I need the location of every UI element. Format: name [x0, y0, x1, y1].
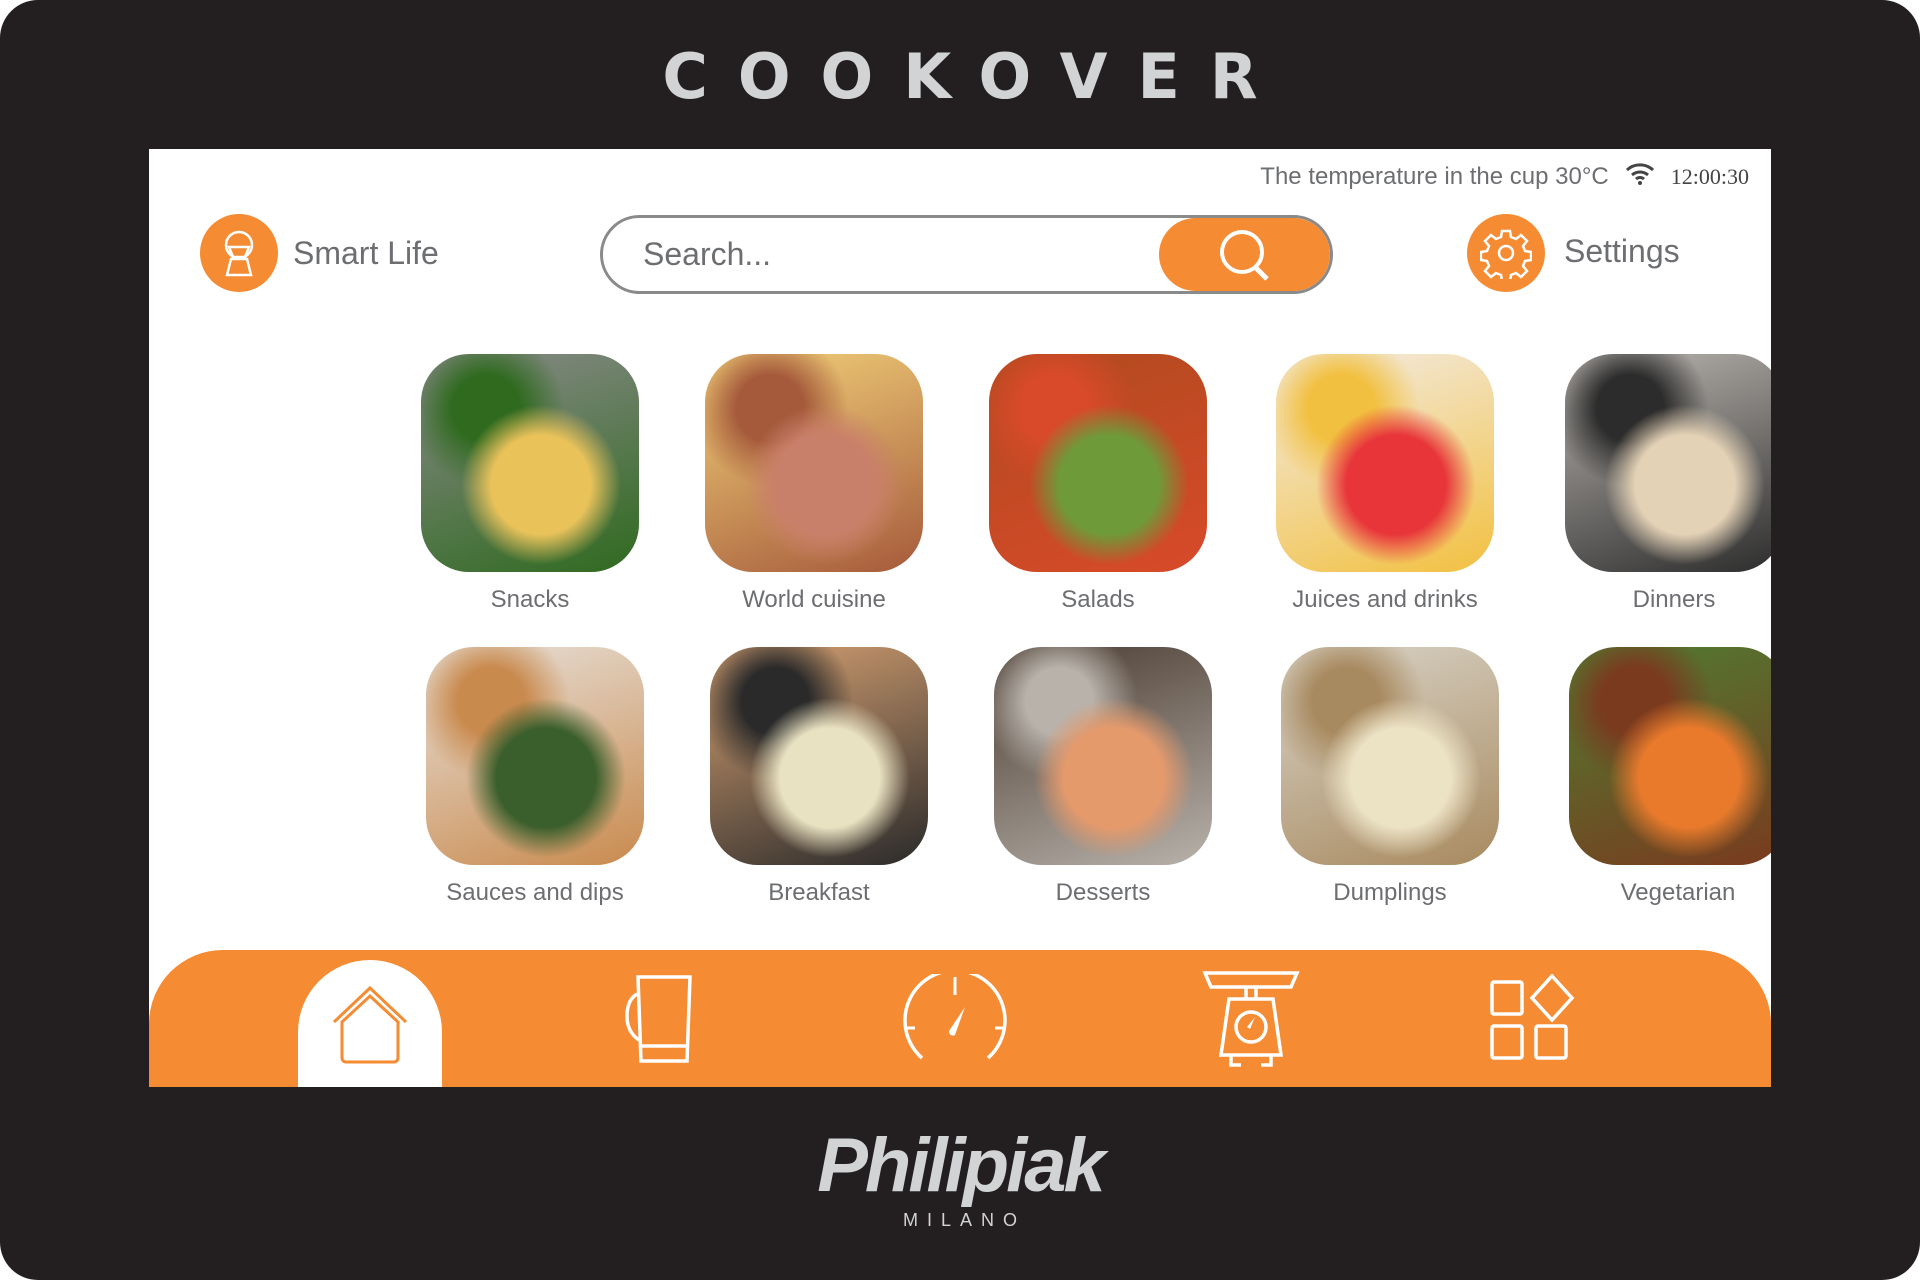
- category-label: Salads: [1061, 586, 1135, 613]
- category-image[interactable]: [426, 647, 644, 865]
- bottom-nav: [149, 950, 1771, 1087]
- category-image[interactable]: [705, 354, 923, 572]
- category-label: World cuisine: [742, 586, 886, 613]
- category-label: Desserts: [1055, 879, 1151, 906]
- nav-cup[interactable]: [584, 950, 728, 1087]
- cup-temperature: The temperature in the cup 30°C: [1260, 162, 1609, 190]
- category-image[interactable]: [994, 647, 1212, 865]
- category-image[interactable]: [989, 354, 1207, 572]
- search-icon: [1219, 229, 1269, 281]
- maker-logo: Philipiak: [817, 1123, 1106, 1208]
- search-button[interactable]: [1159, 218, 1330, 291]
- wifi-icon: [1625, 161, 1655, 192]
- search-input[interactable]: [643, 218, 1143, 291]
- category-tile[interactable]: Dumplings: [1270, 647, 1510, 907]
- maker-subtitle: MILANO: [902, 1210, 1026, 1230]
- smart-life-icon: [224, 230, 254, 277]
- settings-label[interactable]: Settings: [1564, 233, 1680, 270]
- category-label: Sauces and dips: [446, 879, 624, 906]
- category-tile[interactable]: Sauces and dips: [415, 647, 655, 907]
- status-bar: The temperature in the cup 30°C 12:00:30: [1260, 161, 1749, 192]
- screen: The temperature in the cup 30°C 12:00:30…: [149, 149, 1771, 1087]
- category-label: Juices and drinks: [1292, 586, 1478, 613]
- smart-life-button[interactable]: [200, 214, 278, 292]
- category-label: Breakfast: [768, 879, 870, 906]
- category-label: Dinners: [1632, 586, 1716, 613]
- category-image[interactable]: [1281, 647, 1499, 865]
- category-label: Snacks: [490, 586, 570, 613]
- category-label: Vegetarian: [1620, 879, 1736, 906]
- nav-home[interactable]: [298, 960, 442, 1087]
- category-tile[interactable]: Vegetarian: [1558, 647, 1771, 907]
- category-label: Dumplings: [1333, 879, 1447, 906]
- category-image[interactable]: [1565, 354, 1771, 572]
- smart-life-label[interactable]: Smart Life: [293, 235, 439, 272]
- category-tile[interactable]: World cuisine: [694, 354, 934, 614]
- apps-icon: [1490, 973, 1575, 1060]
- category-tile[interactable]: Desserts: [983, 647, 1223, 907]
- nav-scale[interactable]: [1179, 950, 1323, 1087]
- category-image[interactable]: [710, 647, 928, 865]
- category-tile[interactable]: Salads: [978, 354, 1218, 614]
- category-tile[interactable]: Juices and drinks: [1265, 354, 1505, 614]
- category-image[interactable]: [1276, 354, 1494, 572]
- category-tile[interactable]: Snacks: [410, 354, 650, 614]
- nav-speed[interactable]: [883, 950, 1027, 1087]
- clock: 12:00:30: [1670, 163, 1749, 189]
- category-image[interactable]: [421, 354, 639, 572]
- category-tile[interactable]: Dinners: [1554, 354, 1771, 614]
- gauge-icon: [903, 973, 1007, 1059]
- category-tile[interactable]: Breakfast: [699, 647, 939, 907]
- settings-button[interactable]: [1467, 214, 1545, 292]
- scale-icon: [1202, 970, 1300, 1067]
- search-bar: [600, 215, 1333, 294]
- category-image[interactable]: [1569, 647, 1771, 865]
- nav-apps[interactable]: [1461, 950, 1605, 1087]
- home-icon: [332, 985, 408, 1063]
- cup-icon: [625, 974, 692, 1063]
- brand-logo: COOKOVER: [662, 40, 1288, 113]
- gear-icon: [1480, 229, 1532, 279]
